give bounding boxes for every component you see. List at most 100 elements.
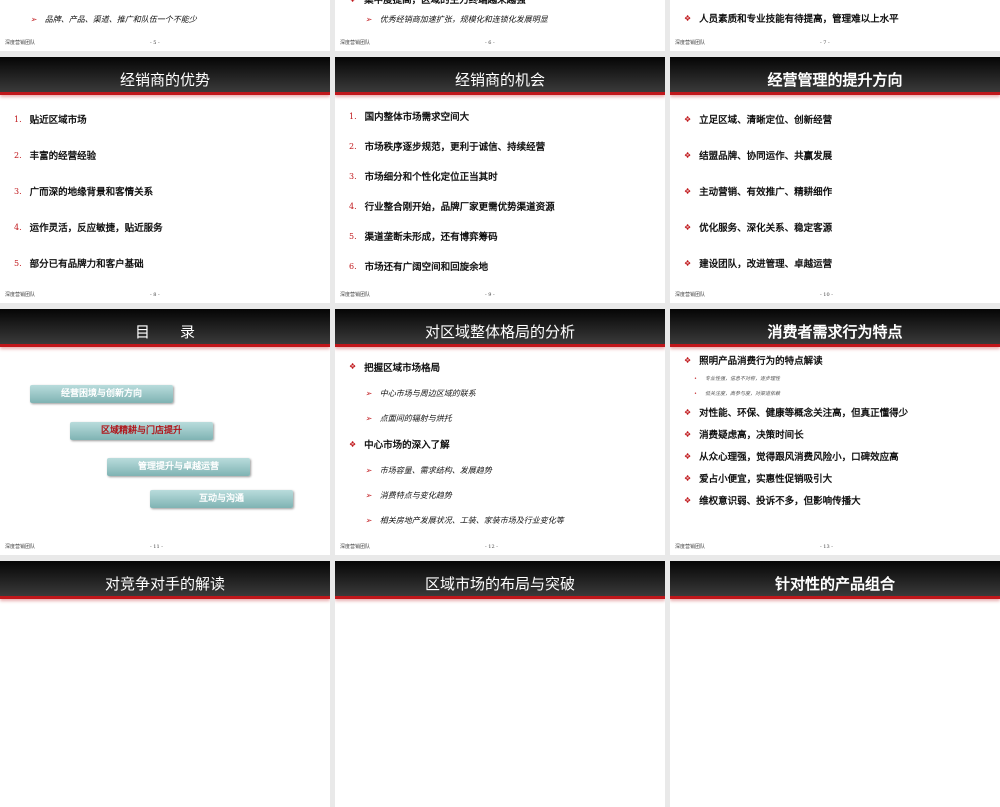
- bullet-marker-icon: ➢: [365, 466, 372, 476]
- bullet-item: 2. 市场秩序逐步规范，更利于诚信、持续经营: [349, 139, 657, 154]
- bullet-marker-icon: ❖: [349, 362, 357, 372]
- bullet-item: ❖ 对性能、环保、健康等概念关注高，但真正懂得少: [684, 405, 992, 420]
- bullet-item: 4. 运作灵活，反应敏捷，贴近服务: [14, 220, 322, 235]
- bullet-text: 建设团队，改进管理、卓越运营: [699, 259, 833, 270]
- bullet-marker-icon: 1.: [349, 111, 357, 121]
- bullet-marker-icon: ➢: [365, 388, 372, 398]
- bullet-text: 专业性强，信息不对称，逐步理性: [704, 376, 780, 382]
- slide-body: ❖ 立足区域、清晰定位、创新经营 ❖ 结盟品牌、协同运作、共赢发展 ❖ 主动营销、有效推广…: [684, 101, 992, 281]
- bullet-marker-icon: ❖: [684, 258, 692, 268]
- slide-title: 区域市场的布局与突破: [424, 575, 575, 593]
- slide-thumbnail[interactable]: 针对性的产品组合: [670, 561, 1000, 807]
- bullet-text: 中心市场的深入了解: [364, 440, 450, 452]
- slide-thumbnail[interactable]: 消费者需求行为特点 ❖ 照明产品消费行为的特点解读 • 专业性强，信息不对称，逐步理性 •…: [670, 309, 1000, 555]
- slide-thumbnail[interactable]: 经销商的机会 1. 国内整体市场需求空间大 2. 市场秩序逐步规范，更利于诚信、持续经营…: [335, 57, 665, 303]
- bullet-text: 优化服务、深化关系、稳定客源: [699, 223, 833, 234]
- bullet-text: 集中度提高，区域的主力终端越来越强: [364, 0, 526, 6]
- bullet-text: 相关房地产发展状况、工装、家装市场及行业变化等: [379, 515, 564, 525]
- slide-thumbnail[interactable]: 目 录经营困境与创新方向 区域精耕与门店提升 管理提升与卓越运营 互动与沟通 深度营销团…: [0, 309, 330, 555]
- slide-thumbnail[interactable]: ❖ 人员素质和专业技能有待提高，管理难以上水平深度营销团队 - 7 -: [670, 0, 1000, 51]
- slide-footer-team: 深度营销团队: [5, 292, 36, 298]
- bullet-text: 消费特点与变化趋势: [379, 491, 452, 501]
- bullet-marker-icon: 3.: [14, 186, 22, 196]
- slide-thumbnail[interactable]: ❖ 集中度提高，区域的主力终端越来越强 ➢ 优秀经销商加速扩张，规模化和连锁化发展明显…: [335, 0, 665, 51]
- bullet-text: 立足区域、清晰定位、创新经营: [699, 115, 833, 126]
- slide-header: 经营管理的提升方向: [670, 57, 1000, 95]
- toc-button: 经营困境与创新方向: [30, 385, 173, 403]
- slide-page-number: - 12 -: [485, 544, 498, 550]
- slide-header: 消费者需求行为特点: [670, 309, 1000, 347]
- bullet-item: 3. 市场细分和个性化定位正当其时: [349, 169, 657, 184]
- bullet-marker-icon: ❖: [684, 150, 692, 160]
- slide-header: 经销商的优势: [0, 57, 330, 95]
- bullet-marker-icon: ❖: [349, 0, 356, 4]
- bullet-marker-icon: ❖: [684, 114, 692, 124]
- bullet-item: ❖ 消费疑虑高，决策时间长: [684, 427, 992, 442]
- slide-thumbnail[interactable]: 经营管理的提升方向 ❖ 立足区域、清晰定位、创新经营 ❖ 结盟品牌、协同运作、共赢发展 ❖…: [670, 57, 1000, 303]
- slide-page-number: - 10 -: [820, 292, 833, 298]
- bullet-marker-icon: 5.: [14, 258, 22, 268]
- slide-page-number: - 5 -: [150, 40, 160, 46]
- bullet-marker-icon: 4.: [14, 222, 22, 232]
- slide-page-number: - 11 -: [150, 544, 163, 550]
- bullet-marker-icon: ❖: [684, 473, 692, 483]
- bullet-item: ❖ 爱占小便宜，实惠性促销吸引大: [684, 471, 992, 486]
- slide-header: 经销商的机会: [335, 57, 665, 95]
- bullet-text: 市场容量、需求结构、发展趋势: [379, 466, 492, 476]
- bullet-item: ➢ 市场容量、需求结构、发展趋势: [349, 465, 657, 476]
- bullet-text: 部分已有品牌力和客户基础: [29, 259, 144, 270]
- bullet-marker-icon: 2.: [349, 141, 357, 151]
- slide-footer-team: 深度营销团队: [340, 40, 371, 46]
- slide-header: 针对性的产品组合: [670, 561, 1000, 599]
- bullet-marker-icon: ❖: [684, 495, 692, 505]
- bullet-marker-icon: 6.: [349, 261, 357, 271]
- slide-footer-team: 深度营销团队: [5, 544, 36, 550]
- slide-page-number: - 13 -: [820, 544, 833, 550]
- slide-body: ❖ 照明产品消费行为的特点解读 • 专业性强，信息不对称，逐步理性 • 低关注度，高参与度…: [684, 353, 992, 533]
- toc-button: 管理提升与卓越运营: [107, 458, 250, 476]
- bullet-item: ❖ 人员素质和专业技能有待提高，管理难以上水平: [684, 11, 992, 26]
- bullet-item: 1. 贴近区域市场: [14, 112, 322, 127]
- bullet-marker-icon: ❖: [684, 355, 692, 365]
- slide-body: 1. 贴近区域市场 2. 丰富的经营经验 3. 广而深的地缘背景和客情关系 4. 运作灵活，反…: [14, 101, 322, 281]
- bullet-marker-icon: ➢: [365, 413, 372, 423]
- bullet-item: ➢ 中心市场与周边区域的联系: [349, 388, 657, 399]
- bullet-item: ❖ 建设团队，改进管理、卓越运营: [684, 256, 992, 271]
- bullet-item: ❖ 主动营销、有效推广、精耕细作: [684, 184, 992, 199]
- bullet-text: 贴近区域市场: [29, 115, 87, 126]
- slide-title: 经销商的机会: [454, 71, 545, 89]
- bullet-marker-icon: ❖: [684, 429, 692, 439]
- slide-header: 目 录: [0, 309, 330, 347]
- bullet-marker-icon: ❖: [684, 13, 692, 23]
- bullet-text: 主动营销、有效推广、精耕细作: [699, 187, 833, 198]
- bullet-item: ❖ 立足区域、清晰定位、创新经营: [684, 112, 992, 127]
- bullet-marker-icon: ➢: [365, 491, 372, 501]
- bullet-item: ➢ 点面间的辐射与烘托: [349, 413, 657, 424]
- bullet-text: 维权意识弱、投诉不多，但影响传播大: [699, 496, 861, 507]
- bullet-item: 2. 丰富的经营经验: [14, 148, 322, 163]
- bullet-item: 1. 国内整体市场需求空间大: [349, 109, 657, 124]
- bullet-text: 点面间的辐射与烘托: [379, 413, 452, 423]
- bullet-item: ❖ 维权意识弱、投诉不多，但影响传播大: [684, 493, 992, 508]
- toc-button: 区域精耕与门店提升: [70, 422, 213, 440]
- bullet-text: 广而深的地缘背景和客情关系: [29, 187, 154, 198]
- slide-thumbnail[interactable]: 经销商的优势 1. 贴近区域市场 2. 丰富的经营经验 3. 广而深的地缘背景和客情关系 4.…: [0, 57, 330, 303]
- slide-thumbnail[interactable]: 对区域整体格局的分析 ❖ 把握区域市场格局 ➢ 中心市场与周边区域的联系 ➢ 点面间的辐射与…: [335, 309, 665, 555]
- bullet-marker-icon: ❖: [684, 451, 692, 461]
- bullet-marker-icon: •: [694, 375, 697, 382]
- bullet-text: 照明产品消费行为的特点解读: [699, 356, 823, 367]
- slide-page-number: - 7 -: [820, 40, 830, 46]
- slide-footer-team: 深度营销团队: [675, 40, 706, 46]
- bullet-text: 对性能、环保、健康等概念关注高，但真正懂得少: [699, 408, 909, 419]
- slide-title: 对竞争对手的解读: [104, 575, 225, 593]
- slide-footer-team: 深度营销团队: [340, 292, 371, 298]
- bullet-text: 丰富的经营经验: [29, 151, 97, 162]
- slide-thumbnail[interactable]: 区域市场的布局与突破: [335, 561, 665, 807]
- slide-footer-team: 深度营销团队: [5, 40, 36, 46]
- bullet-item: 5. 渠道垄断未形成，还有博弈筹码: [349, 229, 657, 244]
- slide-thumbnail[interactable]: ➢ 品牌、产品、渠道、推广和队伍一个不能少 深度营销团队 - 5 -: [0, 0, 330, 51]
- bullet-marker-icon: ➢: [365, 515, 372, 525]
- bullet-text: 把握区域市场格局: [364, 362, 441, 374]
- bullet-text: 国内整体市场需求空间大: [364, 112, 470, 123]
- slide-thumbnail[interactable]: 对竞争对手的解读: [0, 561, 330, 807]
